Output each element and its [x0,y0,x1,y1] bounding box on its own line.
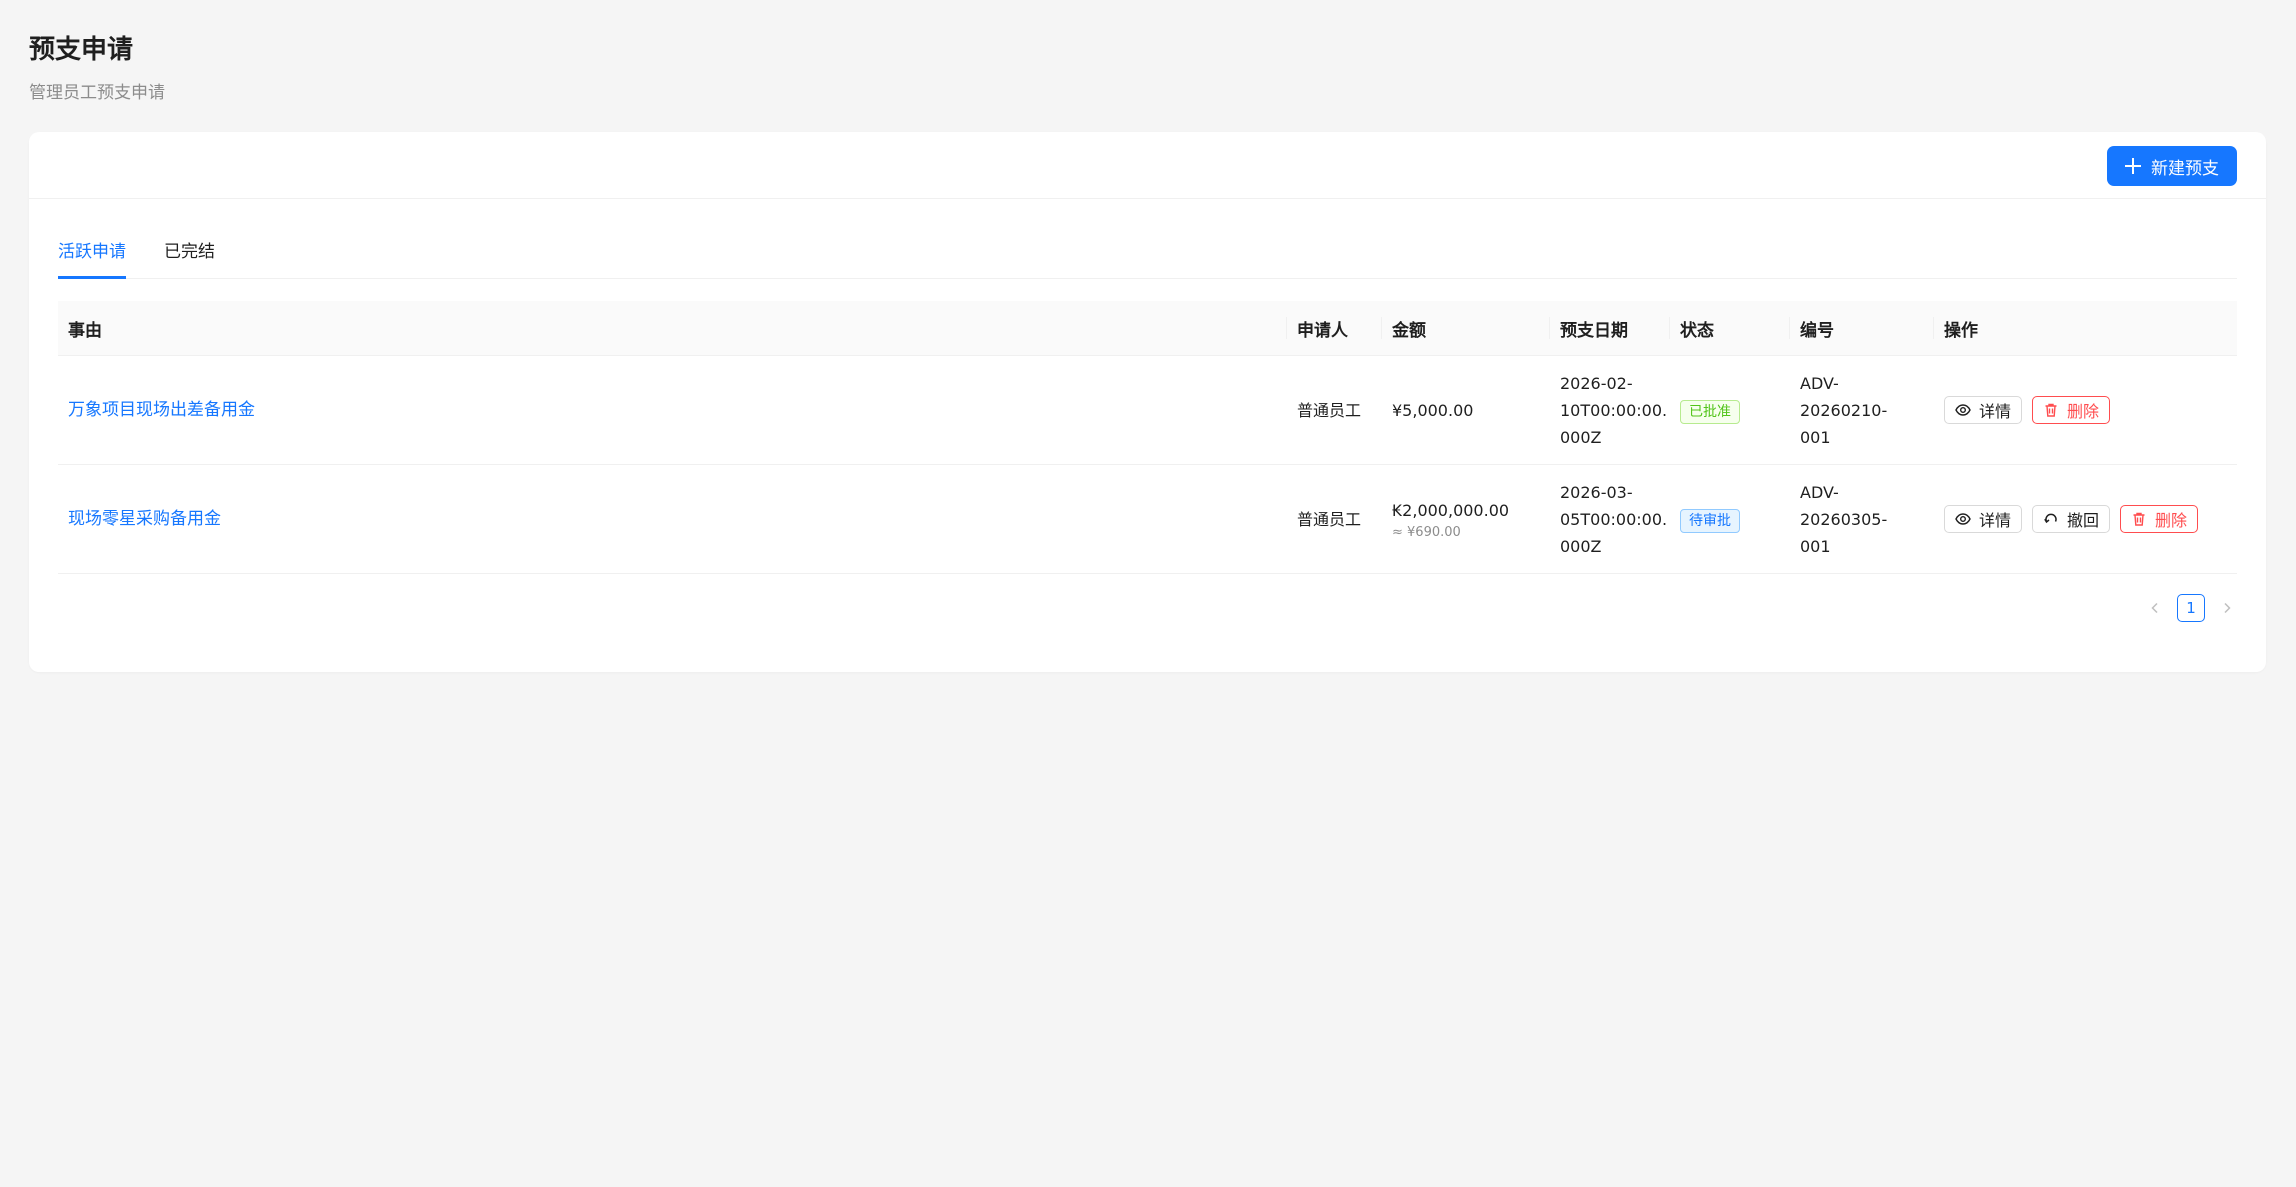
chevron-left-icon[interactable] [2145,594,2165,622]
date-line: 05T00:00:00. [1560,509,1668,529]
detail-label: 详情 [1979,402,2012,421]
card-header: 新建预支 [29,132,2266,199]
plus-icon [2125,158,2141,174]
page-subtitle: 管理员工预支申请 [29,83,165,103]
delete-button[interactable]: 删除 [2120,505,2199,533]
trash-icon [2045,403,2057,417]
date-line: 2026-02- [1560,373,1633,393]
applicant-cell: 普通员工 [1287,464,1382,574]
reason-link[interactable]: 万象项目现场出差备用金 [68,400,255,420]
column-header-id: 编号 [1790,301,1934,356]
tab-active-requests[interactable]: 活跃申请 [58,228,126,279]
page-header: 预支申请 管理员工预支申请 [29,28,165,108]
column-header-date: 预支日期 [1550,301,1670,356]
date-line: 000Z [1560,427,1602,447]
advance-table: 事由 申请人 金额 预支日期 状态 编号 操作 万象项目现场出差备用金 普通员工… [58,301,2237,574]
date-line: 10T00:00:00. [1560,400,1668,420]
eye-icon [1955,513,1971,525]
tab-completed[interactable]: 已完结 [164,228,215,278]
id-line: 001 [1800,536,1831,556]
column-header-applicant: 申请人 [1287,301,1382,356]
reason-link[interactable]: 现场零星采购备用金 [68,509,221,529]
amount-cell: ₭2,000,000.00 ≈ ¥690.00 [1382,464,1550,574]
new-advance-label: 新建预支 [2151,158,2219,179]
id-line: ADV-20260210- [1800,373,1888,420]
date-line: 2026-03- [1560,482,1633,502]
page-number[interactable]: 1 [2177,594,2205,622]
detail-button[interactable]: 详情 [1944,396,2023,424]
date-line: 000Z [1560,536,1602,556]
tabs: 活跃申请 已完结 [58,228,2237,279]
detail-button[interactable]: 详情 [1944,505,2023,533]
undo-icon [2044,513,2057,524]
detail-label: 详情 [1979,511,2012,530]
column-header-status: 状态 [1670,301,1790,356]
column-header-reason: 事由 [58,301,1287,356]
date-cell: 2026-02- 10T00:00:00. 000Z [1550,355,1670,465]
new-advance-button[interactable]: 新建预支 [2107,146,2237,186]
table-header-row: 事由 申请人 金额 预支日期 状态 编号 操作 [58,301,2237,356]
id-line: ADV-20260305- [1800,482,1888,529]
applicant-cell: 普通员工 [1287,355,1382,465]
row-actions: 详情 撤回 删除 [1944,505,2227,533]
trash-icon [2133,512,2145,526]
column-header-actions: 操作 [1934,301,2237,356]
amount-value: ₭2,000,000.00 [1392,500,1510,520]
id-cell: ADV-20260305- 001 [1790,464,1934,574]
delete-button[interactable]: 删除 [2032,396,2111,424]
amount-value: ¥5,000.00 [1392,400,1474,420]
withdraw-button[interactable]: 撤回 [2032,505,2111,533]
pagination: 1 [2145,594,2237,622]
delete-label: 删除 [2155,511,2188,530]
advance-card: 新建预支 活跃申请 已完结 事由 申请人 金额 预支日期 状态 编号 操作 万象… [29,132,2266,672]
status-badge: 已批准 [1680,399,1740,424]
amount-converted: ≈ ¥690.00 [1392,524,1461,540]
date-cell: 2026-03- 05T00:00:00. 000Z [1550,464,1670,574]
table-row: 万象项目现场出差备用金 普通员工 ¥5,000.00 2026-02- 10T0… [58,355,2237,465]
status-badge: 待审批 [1680,508,1740,533]
id-cell: ADV-20260210- 001 [1790,355,1934,465]
amount-cell: ¥5,000.00 [1382,355,1550,465]
column-header-amount: 金额 [1382,301,1550,356]
chevron-right-icon[interactable] [2217,594,2237,622]
eye-icon [1955,404,1971,416]
delete-label: 删除 [2067,402,2100,421]
row-actions: 详情 删除 [1944,396,2227,424]
page-title: 预支申请 [29,35,134,65]
table-row: 现场零星采购备用金 普通员工 ₭2,000,000.00 ≈ ¥690.00 2… [58,464,2237,574]
withdraw-label: 撤回 [2067,511,2100,530]
id-line: 001 [1800,427,1831,447]
